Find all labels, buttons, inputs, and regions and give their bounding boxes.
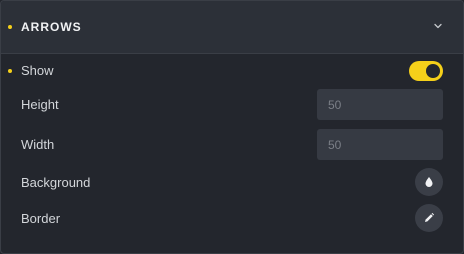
border-edit-button[interactable] (415, 204, 443, 232)
show-toggle[interactable] (409, 61, 443, 81)
droplet-icon (425, 177, 433, 187)
show-label: Show (21, 63, 54, 78)
show-row: Show (1, 57, 463, 85)
width-row: Width (1, 129, 463, 160)
background-picker-button[interactable] (415, 168, 443, 196)
section-title: ARROWS (21, 20, 82, 34)
chevron-down-icon[interactable] (433, 21, 443, 31)
background-label: Background (21, 175, 91, 190)
pencil-icon (425, 212, 435, 222)
modified-indicator-dot (8, 25, 12, 29)
section-header-arrows[interactable]: ARROWS (1, 1, 463, 54)
border-row: Border (1, 204, 463, 232)
arrows-settings-panel: ARROWS Show Height Width Background Bord… (0, 0, 464, 254)
height-row: Height (1, 89, 463, 120)
height-input[interactable] (317, 89, 443, 120)
modified-indicator-dot (8, 69, 12, 73)
width-input[interactable] (317, 129, 443, 160)
background-row: Background (1, 168, 463, 196)
toggle-knob (426, 64, 440, 78)
width-label: Width (21, 137, 55, 152)
height-label: Height (21, 97, 59, 112)
border-label: Border (21, 211, 61, 226)
